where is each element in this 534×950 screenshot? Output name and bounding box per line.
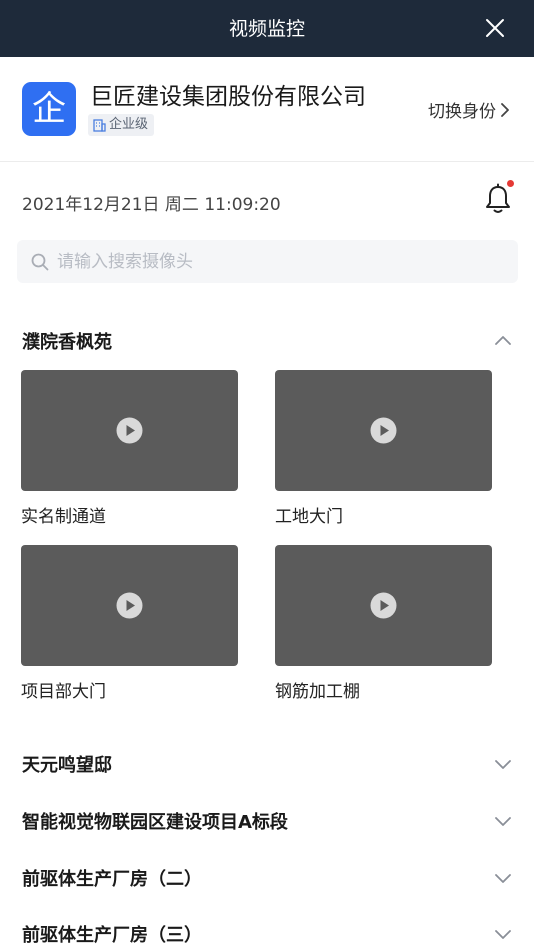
notification-button[interactable] bbox=[484, 180, 514, 215]
page-title: 视频监控 bbox=[228, 18, 305, 40]
camera-label: 项目部大门 bbox=[21, 682, 106, 702]
building-icon bbox=[93, 119, 106, 132]
chevron-down-icon bbox=[495, 760, 511, 769]
camera-tile[interactable]: 钢筋加工棚 bbox=[275, 545, 492, 702]
unread-dot bbox=[507, 180, 514, 187]
group-header-puyuan[interactable]: 濮院香枫苑 bbox=[22, 326, 512, 356]
camera-label: 实名制通道 bbox=[21, 507, 106, 527]
play-icon[interactable] bbox=[370, 592, 397, 619]
camera-label: 工地大门 bbox=[275, 507, 343, 527]
title-bar: 视频监控 bbox=[0, 0, 534, 57]
group-name: 前驱体生产厂房（三） bbox=[22, 925, 202, 946]
group-name: 天元鸣望邸 bbox=[22, 755, 112, 776]
current-datetime: 2021年12月21日 周二 11:09:20 bbox=[22, 195, 281, 215]
close-icon[interactable] bbox=[484, 17, 506, 39]
camera-label: 钢筋加工棚 bbox=[275, 682, 360, 702]
group-header-plant-2[interactable]: 前驱体生产厂房（二） bbox=[22, 863, 512, 893]
company-name: 巨匠建设集团股份有限公司 bbox=[90, 84, 366, 110]
group-header-plant-3[interactable]: 前驱体生产厂房（三） bbox=[22, 919, 512, 949]
search-bar bbox=[17, 240, 518, 283]
enterprise-level-badge: 企业级 bbox=[88, 114, 155, 136]
group-name: 濮院香枫苑 bbox=[22, 332, 112, 353]
group-name: 前驱体生产厂房（二） bbox=[22, 869, 202, 890]
play-icon[interactable] bbox=[116, 592, 143, 619]
search-input[interactable] bbox=[57, 251, 457, 272]
play-icon[interactable] bbox=[116, 417, 143, 444]
level-label: 企业级 bbox=[109, 117, 149, 132]
camera-tile[interactable]: 工地大门 bbox=[275, 370, 492, 527]
camera-tile[interactable]: 实名制通道 bbox=[21, 370, 238, 527]
chevron-down-icon bbox=[495, 930, 511, 939]
group-header-smart-park[interactable]: 智能视觉物联园区建设项目A标段 bbox=[22, 806, 512, 836]
bell-icon bbox=[486, 183, 510, 213]
chevron-down-icon bbox=[495, 874, 511, 883]
camera-thumbnail[interactable] bbox=[21, 370, 238, 491]
camera-tile[interactable]: 项目部大门 bbox=[21, 545, 238, 702]
chevron-down-icon bbox=[495, 817, 511, 826]
chevron-up-icon bbox=[495, 336, 511, 345]
group-header-tianyuan[interactable]: 天元鸣望邸 bbox=[22, 749, 512, 779]
camera-thumbnail[interactable] bbox=[21, 545, 238, 666]
camera-thumbnail[interactable] bbox=[275, 545, 492, 666]
search-icon bbox=[31, 253, 49, 270]
camera-thumbnail[interactable] bbox=[275, 370, 492, 491]
play-icon[interactable] bbox=[370, 417, 397, 444]
switch-identity-label: 切换身份 bbox=[428, 102, 496, 122]
company-card: 企 巨匠建设集团股份有限公司 企业级 切换身份 bbox=[0, 57, 534, 162]
company-logo: 企 bbox=[22, 82, 76, 136]
group-name: 智能视觉物联园区建设项目A标段 bbox=[22, 812, 288, 833]
switch-identity-button[interactable]: 切换身份 bbox=[428, 97, 510, 122]
chevron-right-icon bbox=[501, 102, 509, 117]
